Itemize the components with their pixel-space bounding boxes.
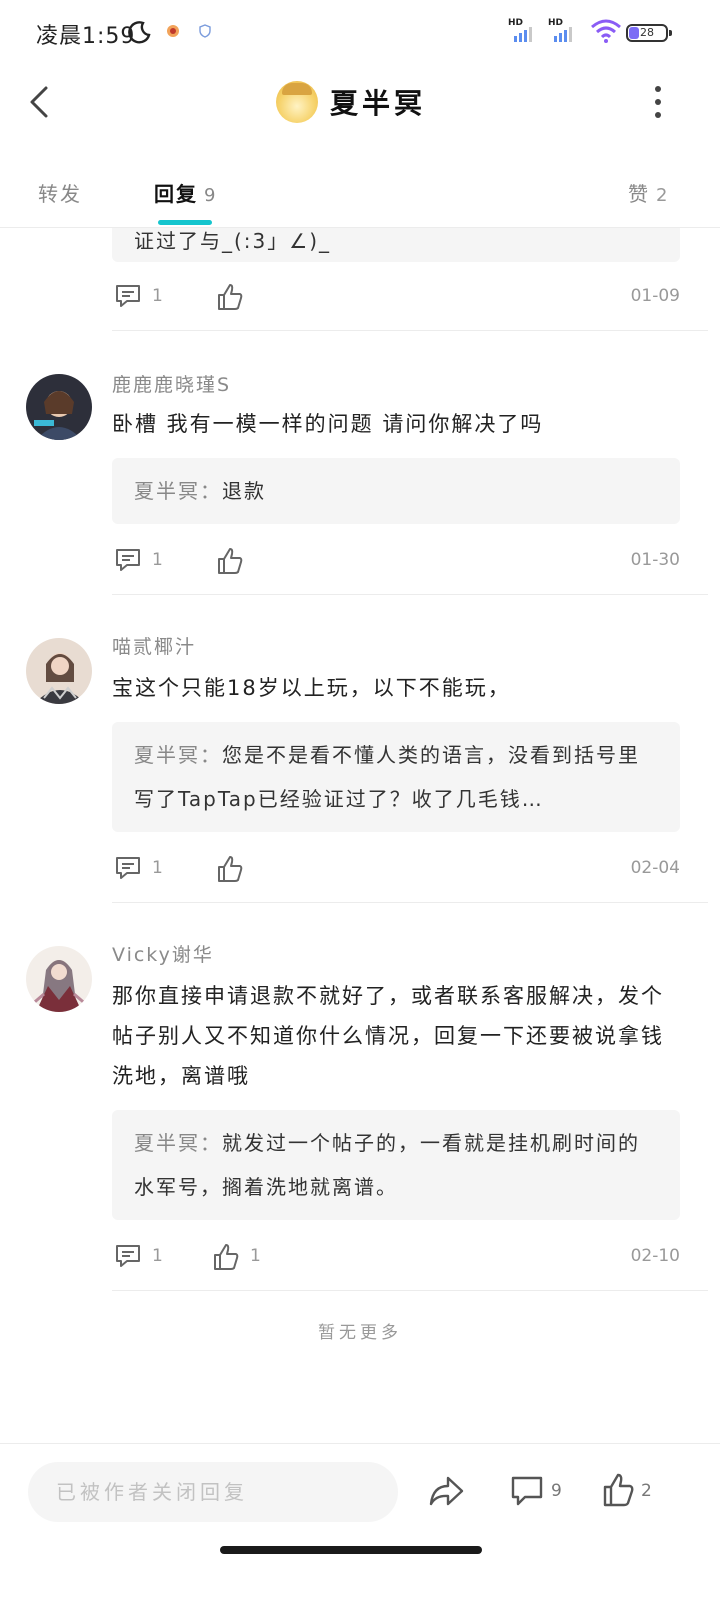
like-icon[interactable] (602, 1472, 634, 1508)
avatar[interactable] (26, 374, 92, 440)
comment-text: 卧槽 我有一模一样的问题 请问你解决了吗 (112, 412, 544, 436)
quote-text: 退款 (222, 479, 266, 503)
reply-quote[interactable]: 夏半冥：退款 (112, 458, 680, 524)
page-title: 夏半冥 (330, 87, 427, 120)
comment-actions: 1 02-04 (112, 854, 680, 888)
author-avatar[interactable] (276, 81, 318, 123)
share-icon[interactable] (428, 1474, 464, 1508)
tab-like[interactable]: 赞2 (628, 178, 669, 207)
app-notification-icon (167, 25, 179, 37)
reply-quote[interactable]: 证过了与_(:3」∠)_ (112, 228, 680, 262)
like-icon[interactable] (212, 1242, 240, 1272)
like-icon[interactable] (216, 546, 244, 576)
battery-tip (669, 30, 672, 36)
comment-actions: 1 01-09 (112, 282, 680, 316)
battery-icon: 28 (626, 24, 668, 42)
quote-author: 夏半冥： (134, 1131, 222, 1155)
comment-count: 9 (551, 1481, 562, 1501)
tab-forward[interactable]: 转发 (38, 178, 82, 207)
comment-count: 1 (152, 858, 163, 878)
back-button[interactable] (20, 80, 64, 124)
tab-like-label: 赞 (628, 182, 650, 206)
reply-quote[interactable]: 夏半冥：就发过一个帖子的，一看就是挂机刷时间的水军号，搁着洗地就离谱。 (112, 1110, 680, 1220)
like-icon[interactable] (216, 854, 244, 884)
reply-list[interactable]: 证过了与_(:3」∠)_ 1 01-09 鹿鹿鹿晓瑾S 卧槽 我有一模一样的问题… (0, 228, 720, 1444)
status-bar: 凌晨1:59 HD HD 28 (0, 0, 720, 64)
divider (112, 330, 708, 331)
cellular-signal-1-icon: HD (508, 18, 544, 44)
comment-text: 宝这个只能18岁以上玩，以下不能玩， (112, 676, 511, 700)
tab-reply-count: 9 (204, 185, 218, 206)
divider (112, 902, 708, 903)
comment-date: 01-30 (630, 550, 680, 570)
like-count: 2 (641, 1481, 652, 1501)
reply-quote[interactable]: 夏半冥：您是不是看不懂人类的语言，没看到括号里写了TapTap已经验证过了？收了… (112, 722, 680, 832)
avatar[interactable] (26, 946, 92, 1012)
comment-count: 1 (152, 286, 163, 306)
username[interactable]: 鹿鹿鹿晓瑾S (112, 370, 231, 397)
comment-icon[interactable] (114, 854, 142, 882)
like-count: 1 (250, 1246, 261, 1266)
quote-author: 夏半冥： (134, 479, 222, 503)
bottom-bar: 9 2 (0, 1443, 720, 1539)
comment-icon[interactable] (114, 282, 142, 310)
cellular-signal-2-icon: HD (548, 18, 584, 44)
no-more-label: 暂无更多 (318, 1323, 402, 1343)
username[interactable]: Vicky谢华 (112, 940, 214, 967)
active-tab-indicator (158, 220, 212, 225)
comment-date: 02-10 (630, 1246, 680, 1266)
tab-like-count: 2 (656, 185, 670, 206)
comment-icon[interactable] (114, 1242, 142, 1270)
home-indicator[interactable] (220, 1546, 482, 1554)
reply-input[interactable] (28, 1462, 398, 1522)
comment-date: 01-09 (630, 286, 680, 306)
comment-icon[interactable] (510, 1474, 544, 1508)
tab-reply-label: 回复 (154, 182, 198, 206)
status-time: 凌晨1:59 (36, 24, 136, 49)
comment-count: 1 (152, 1246, 163, 1266)
battery-level: 28 (640, 26, 654, 39)
shield-icon (199, 24, 211, 38)
comment-icon[interactable] (114, 546, 142, 574)
title-wrap[interactable]: 夏半冥 (276, 80, 426, 124)
comment-count: 1 (152, 550, 163, 570)
like-icon[interactable] (216, 282, 244, 312)
more-options-button[interactable] (640, 82, 676, 122)
quote-author: 夏半冥： (134, 743, 222, 767)
divider (112, 594, 708, 595)
comment-date: 02-04 (630, 858, 680, 878)
wifi-icon (591, 19, 621, 43)
quote-text: 证过了与_(:3」∠)_ (134, 229, 331, 253)
comment-text: 那你直接申请退款不就好了，或者联系客服解决，发个帖子别人又不知道你什么情况，回复… (112, 984, 664, 1088)
comment-actions: 1 01-30 (112, 546, 680, 580)
avatar[interactable] (26, 638, 92, 704)
header: 夏半冥 (0, 64, 720, 144)
moon-icon (128, 21, 151, 44)
tab-forward-label: 转发 (38, 182, 82, 206)
tab-reply[interactable]: 回复 9 (154, 178, 217, 207)
divider (112, 1290, 708, 1291)
tab-bar: 转发 回复 9 赞2 (0, 160, 720, 228)
username[interactable]: 喵贰椰汁 (112, 632, 196, 659)
comment-actions: 1 1 02-10 (112, 1242, 680, 1276)
